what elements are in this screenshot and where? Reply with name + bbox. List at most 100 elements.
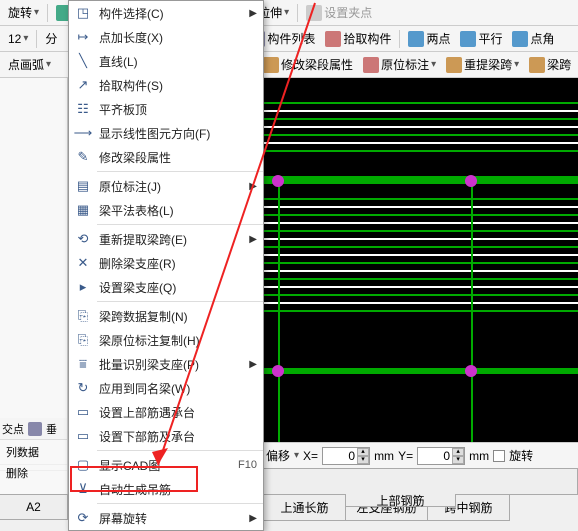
- menu-icon: ⟶: [73, 123, 93, 143]
- menu-icon: ⩸: [73, 354, 93, 374]
- picker-icon: [325, 31, 341, 47]
- spin-up-icon[interactable]: ▴: [452, 448, 464, 456]
- vert-label[interactable]: 垂: [46, 421, 57, 437]
- pick-component[interactable]: 拾取构件: [321, 28, 395, 49]
- context-menu: ◳构件选择(C)▶↦ 点加长度(X) ╲直线(L)↗拾取构件(S)☷平齐板顶⟶ 显示线…: [68, 0, 264, 531]
- menu-label: 梁平法表格(L): [99, 202, 257, 219]
- menu-icon: ╲: [73, 51, 93, 71]
- menu-icon: ✎: [73, 147, 93, 167]
- col-top-long[interactable]: 上通长筋: [264, 495, 346, 521]
- two-point[interactable]: 两点: [404, 28, 454, 49]
- menu-item[interactable]: ▭设置下部筋及承台: [69, 424, 263, 448]
- y-spinner[interactable]: ▴ ▾: [417, 447, 465, 465]
- rotate-checkbox[interactable]: [493, 450, 505, 462]
- menu-item[interactable]: ⎘ 梁跨数据复制(N): [69, 304, 263, 328]
- x-spinner[interactable]: ▴ ▾: [322, 447, 370, 465]
- mm-label: mm: [469, 449, 489, 463]
- menu-label: 显示线性图元方向(F): [99, 125, 257, 142]
- menu-item[interactable]: ▢显示CAD图F10: [69, 453, 263, 477]
- x-label: X=: [303, 449, 318, 463]
- level-select[interactable]: 12▾: [4, 30, 32, 48]
- menu-item[interactable]: ⩸ 批量识别梁支座(P) ▶: [69, 352, 263, 376]
- menu-item[interactable]: ✕删除梁支座(R): [69, 251, 263, 275]
- menu-label: 梁跨数据复制(N): [99, 308, 257, 325]
- left-bottom: A2: [0, 494, 68, 520]
- menu-icon: ⟳: [73, 508, 93, 528]
- point-angle[interactable]: 点角: [508, 28, 558, 49]
- relift-beam[interactable]: 重提梁跨▾: [442, 54, 523, 75]
- edit-icon: [263, 57, 279, 73]
- menu-separator: [97, 171, 263, 172]
- node[interactable]: [465, 175, 477, 187]
- beam-span[interactable]: 梁跨: [525, 54, 575, 75]
- spin-up-icon[interactable]: ▴: [357, 448, 369, 456]
- menu-item[interactable]: ↻应用到同名梁(W): [69, 376, 263, 400]
- menu-icon: ⎘: [73, 330, 93, 350]
- menu-item[interactable]: ▤原位标注(J)▶: [69, 174, 263, 198]
- node[interactable]: [465, 365, 477, 377]
- menu-label: 设置下部筋及承台: [99, 428, 257, 445]
- menu-icon: ⟲: [73, 229, 93, 249]
- menu-label: 显示CAD图: [99, 457, 230, 474]
- menu-label: 梁原位标注复制(H): [99, 332, 257, 349]
- separator: [47, 4, 48, 22]
- a2-cell[interactable]: A2: [0, 494, 68, 520]
- rotate-tool[interactable]: 旋转▾: [4, 2, 43, 23]
- menu-item[interactable]: ✎ 修改梁段属性: [69, 145, 263, 169]
- spin-down-icon[interactable]: ▾: [357, 456, 369, 464]
- parallel[interactable]: 平行: [456, 28, 506, 49]
- menu-label: 拾取构件(S): [99, 77, 257, 94]
- left-panel: 交点 垂 列数据 删除: [0, 78, 68, 520]
- spin-down-icon[interactable]: ▾: [452, 456, 464, 464]
- menu-label: 修改梁段属性: [99, 149, 257, 166]
- submenu-arrow-icon: ▶: [249, 181, 257, 192]
- menu-item[interactable]: ▦梁平法表格(L): [69, 198, 263, 222]
- menu-item[interactable]: ◳构件选择(C)▶: [69, 1, 263, 25]
- menu-item[interactable]: ⟲重新提取梁跨(E)▶: [69, 227, 263, 251]
- draw-arc[interactable]: 点画弧▾: [4, 54, 55, 75]
- menu-item[interactable]: ⊻自动生成吊筋: [69, 477, 263, 501]
- grip-icon: [306, 5, 322, 21]
- separator: [399, 30, 400, 48]
- set-grip-tool[interactable]: 设置夹点: [302, 2, 376, 23]
- menu-item[interactable]: ↗拾取构件(S): [69, 73, 263, 97]
- relift-icon: [446, 57, 462, 73]
- menu-icon: ▸: [73, 277, 93, 297]
- menu-separator: [97, 503, 263, 504]
- menu-item[interactable]: ⟶ 显示线性图元方向(F): [69, 121, 263, 145]
- menu-label: 点加长度(X): [99, 29, 257, 46]
- menu-icon: ▤: [73, 176, 93, 196]
- y-label: Y=: [398, 449, 413, 463]
- menu-item[interactable]: ⟳屏幕旋转▶: [69, 506, 263, 530]
- menu-item[interactable]: ╲直线(L): [69, 49, 263, 73]
- menu-item[interactable]: ▸ 设置梁支座(Q): [69, 275, 263, 299]
- delete[interactable]: 删除: [0, 465, 67, 471]
- perp-icon[interactable]: [28, 422, 42, 436]
- submenu-arrow-icon: ▶: [249, 359, 257, 370]
- menu-separator: [97, 224, 263, 225]
- separator: [36, 30, 37, 48]
- node[interactable]: [272, 175, 284, 187]
- menu-icon: ↦: [73, 27, 93, 47]
- menu-label: 屏幕旋转: [99, 510, 245, 527]
- menu-icon: ↻: [73, 378, 93, 398]
- menu-item[interactable]: ↦ 点加长度(X): [69, 25, 263, 49]
- menu-item[interactable]: ⎘ 梁原位标注复制(H): [69, 328, 263, 352]
- menu-label: 批量识别梁支座(P): [99, 356, 245, 373]
- menu-item[interactable]: ☷平齐板顶: [69, 97, 263, 121]
- menu-icon: ⊻: [73, 479, 93, 499]
- menu-label: 设置上部筋遇承台: [99, 404, 257, 421]
- original-annot[interactable]: 原位标注▾: [359, 54, 440, 75]
- menu-icon: ▭: [73, 402, 93, 422]
- parallel-icon: [460, 31, 476, 47]
- col-data[interactable]: 列数据: [0, 440, 67, 465]
- menu-icon: ⎘: [73, 306, 93, 326]
- mm-label: mm: [374, 449, 394, 463]
- menu-item[interactable]: ▭ 设置上部筋遇承台: [69, 400, 263, 424]
- menu-label: 设置梁支座(Q): [99, 279, 257, 296]
- node[interactable]: [272, 365, 284, 377]
- modify-beam-attr[interactable]: 修改梁段属性: [259, 54, 357, 75]
- two-point-icon: [408, 31, 424, 47]
- intersect-label[interactable]: 交点: [2, 421, 24, 437]
- col-top-rebar[interactable]: 上部钢筋: [346, 494, 456, 507]
